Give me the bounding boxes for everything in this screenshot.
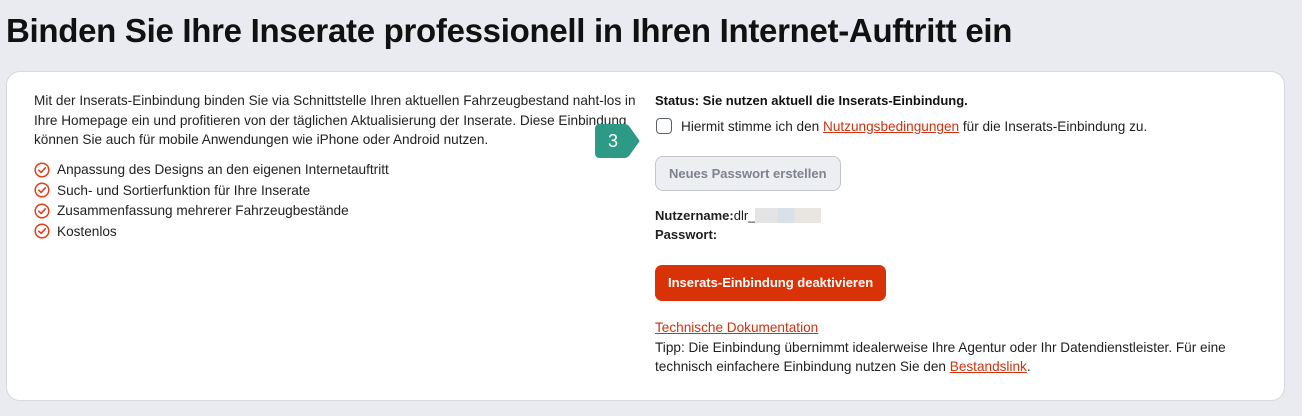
consent-row: Hiermit stimme ich den Nutzungsbedingung… (655, 118, 1260, 134)
status-text: Status: Sie nutzen aktuell die Inserats-… (655, 93, 968, 108)
stock-link[interactable]: Bestandslink (950, 359, 1027, 374)
new-password-button[interactable]: Neues Passwort erstellen (655, 156, 841, 191)
username-row: Nutzername:dlr_ (655, 206, 1260, 225)
redacted-username (755, 208, 822, 223)
feature-label: Such- und Sortierfunktion für Ihre Inser… (57, 182, 311, 198)
tip-end: . (1026, 359, 1031, 374)
consent-suffix: für die Inserats-Einbindung zu. (959, 118, 1148, 134)
feature-label: Kostenlos (57, 223, 117, 239)
username-value: dlr_ (733, 208, 756, 223)
feature-item: Such- und Sortierfunktion für Ihre Inser… (34, 180, 639, 201)
status-column: Status: Sie nutzen aktuell die Inserats-… (655, 91, 1260, 377)
deactivate-wrap: Inserats-Einbindung deaktivieren (655, 244, 1260, 301)
feature-label: Anpassung des Designs an den eigenen Int… (57, 162, 389, 178)
check-circle-icon (34, 162, 50, 178)
technical-docs-link[interactable]: Technische Dokumentation (655, 320, 818, 335)
intro-text: Mit der Inserats-Einbindung binden Sie v… (34, 93, 636, 147)
check-circle-icon (34, 223, 50, 239)
credentials: Nutzername:dlr_ Passwort: (655, 206, 1260, 244)
check-circle-icon (34, 182, 50, 198)
info-column: Mit der Inserats-Einbindung binden Sie v… (34, 91, 639, 242)
embedding-card: Mit der Inserats-Einbindung binden Sie v… (6, 71, 1285, 401)
terms-link[interactable]: Nutzungsbedingungen (823, 119, 959, 134)
consent-prefix: Hiermit stimme ich den (681, 118, 824, 134)
new-password-wrap: Neues Passwort erstellen (655, 134, 1260, 191)
password-row: Passwort: (655, 225, 1260, 244)
feature-item: Anpassung des Designs an den eigenen Int… (34, 160, 639, 181)
feature-list: Anpassung des Designs an den eigenen Int… (34, 160, 639, 242)
technical-section: Technische Dokumentation Tipp: Die Einbi… (655, 318, 1260, 377)
step-badge: 3 (594, 123, 640, 159)
check-circle-icon (34, 203, 50, 219)
feature-label: Zusammenfassung mehrerer Fahrzeugbeständ… (57, 203, 349, 219)
feature-item: Zusammenfassung mehrerer Fahrzeugbeständ… (34, 201, 639, 222)
feature-item: Kostenlos (34, 221, 639, 242)
username-label: Nutzername: (655, 208, 734, 223)
tip-text: Tipp: Die Einbindung übernimmt idealerwe… (655, 338, 1260, 377)
terms-checkbox[interactable] (656, 118, 672, 134)
step-number: 3 (607, 131, 618, 151)
password-label: Passwort: (655, 227, 718, 242)
consent-label: Hiermit stimme ich den Nutzungsbedingung… (681, 119, 1147, 134)
deactivate-button[interactable]: Inserats-Einbindung deaktivieren (655, 265, 887, 301)
page-title: Binden Sie Ihre Inserate professionell i… (6, 12, 1013, 49)
tip-body: Tipp: Die Einbindung übernimmt idealerwe… (655, 339, 1226, 375)
